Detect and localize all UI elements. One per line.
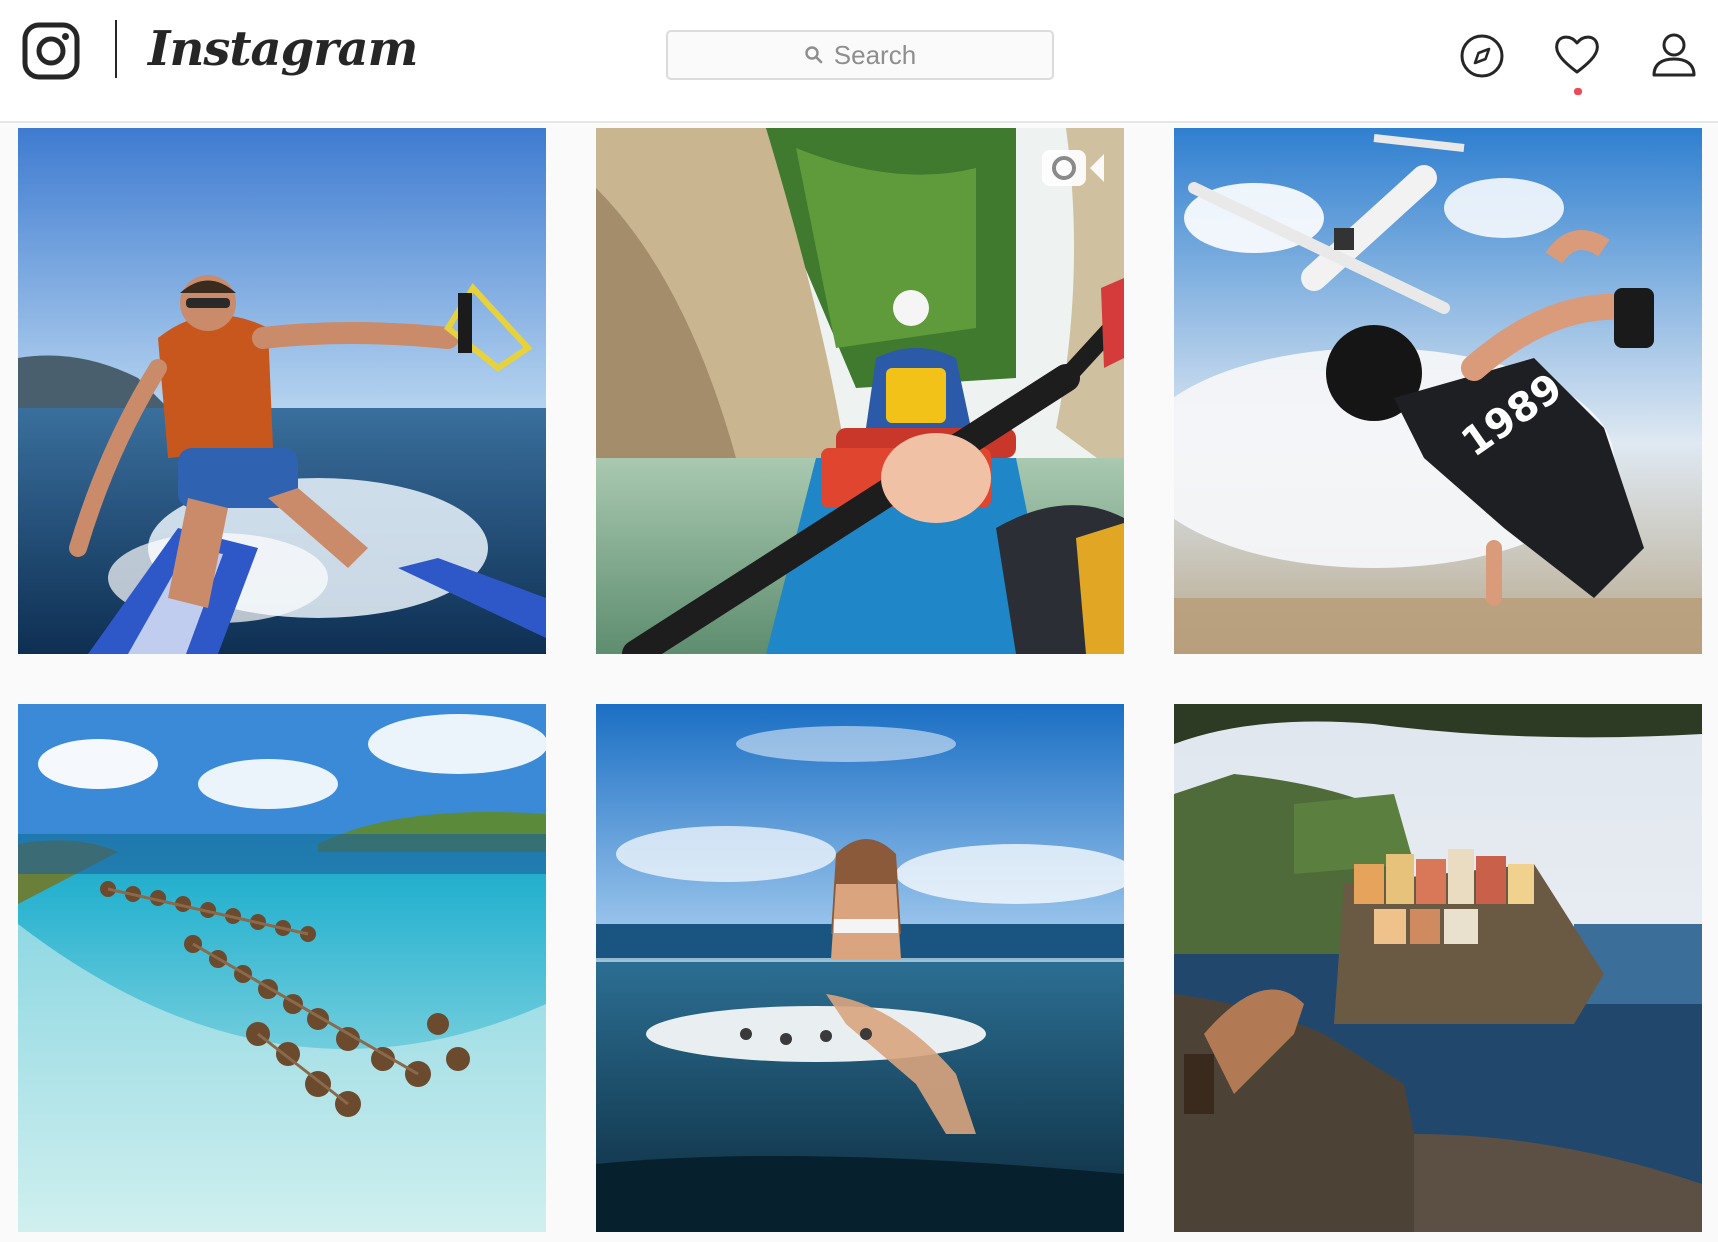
post-image bbox=[596, 704, 1124, 1232]
page-bottom-edge bbox=[0, 1234, 1718, 1242]
post-image: 1989 bbox=[1174, 128, 1702, 654]
post-thumbnail-waterski[interactable] bbox=[18, 128, 546, 654]
video-camera-icon bbox=[1042, 150, 1104, 186]
post-thumbnail-skydive[interactable]: 1989 bbox=[1174, 128, 1702, 654]
post-thumbnail-village[interactable] bbox=[1174, 704, 1702, 1232]
post-image bbox=[1174, 704, 1702, 1232]
post-image bbox=[18, 128, 546, 654]
post-image bbox=[596, 128, 1124, 654]
post-image bbox=[18, 704, 546, 1232]
post-thumbnail-surfer[interactable] bbox=[596, 704, 1124, 1232]
post-thumbnail-bungalows[interactable] bbox=[18, 704, 546, 1232]
photo-grid: 1989 bbox=[0, 0, 1718, 1242]
post-thumbnail-kayak[interactable] bbox=[596, 128, 1124, 654]
